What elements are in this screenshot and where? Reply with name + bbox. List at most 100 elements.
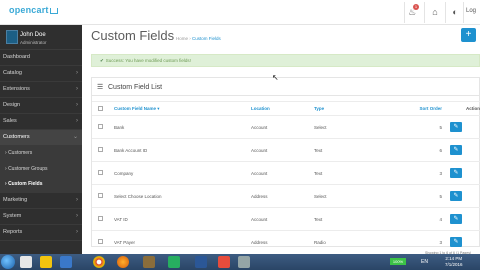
cell-sort-order: 5 xyxy=(376,184,446,208)
edit-button[interactable]: ✎ xyxy=(450,145,462,155)
word-icon[interactable] xyxy=(195,256,207,268)
cell-action: ✎ xyxy=(446,138,480,162)
header-divider xyxy=(424,2,425,23)
cell-name: Company xyxy=(114,161,251,185)
chevron-right-icon: › xyxy=(76,86,78,92)
edit-button[interactable]: ✎ xyxy=(450,214,462,224)
sidebar-item-reports[interactable]: Reports › xyxy=(0,225,82,241)
row-checkbox[interactable] xyxy=(98,170,103,175)
sidebar-item-marketing[interactable]: Marketing › xyxy=(0,193,82,209)
cell-name: Select Choose Location xyxy=(114,184,251,208)
archive-icon[interactable] xyxy=(143,256,155,268)
edit-button[interactable]: ✎ xyxy=(450,168,462,178)
header-divider xyxy=(404,2,405,23)
sidebar-item-dashboard[interactable]: Dashboard xyxy=(0,50,82,66)
pencil-icon: ✎ xyxy=(453,239,459,246)
cell-sort-order: 4 xyxy=(376,207,446,231)
row-checkbox-cell xyxy=(92,138,114,162)
table-row: VAT ID Account Text 4 ✎ xyxy=(92,207,480,231)
add-new-button[interactable]: + xyxy=(461,28,476,42)
row-checkbox[interactable] xyxy=(98,124,103,129)
table-row: Bank Account ID Account Text 6 ✎ xyxy=(92,138,480,162)
sidebar-subitem-custom-fields[interactable]: › Custom Fields xyxy=(0,177,82,193)
column-header-name[interactable]: Custom Field Name ▾ xyxy=(114,101,251,116)
header-divider xyxy=(463,2,464,23)
cell-name: Bank xyxy=(114,115,251,139)
firefox-icon[interactable] xyxy=(117,256,129,268)
custom-fields-table: Custom Field Name ▾ Location Type Sort O… xyxy=(92,101,480,254)
edit-button[interactable]: ✎ xyxy=(450,191,462,201)
column-header-action: Action xyxy=(446,101,480,116)
sidebar-item-catalog[interactable]: Catalog › xyxy=(0,66,82,82)
row-checkbox-cell xyxy=(92,184,114,208)
pencil-icon: ✎ xyxy=(453,193,459,199)
header-divider xyxy=(445,2,446,23)
cell-location: Account xyxy=(251,161,314,185)
opencart-logo[interactable]: opencart xyxy=(9,5,58,15)
table-row: Select Choose Location Address Select 5 … xyxy=(92,184,480,208)
battery-indicator[interactable]: 100% xyxy=(390,258,406,265)
check-circle-icon: ✔ xyxy=(100,58,104,63)
sidebar-item-sales[interactable]: Sales › xyxy=(0,114,82,130)
chevron-right-icon: › xyxy=(76,212,78,219)
sidebar-item-system[interactable]: System › xyxy=(0,209,82,225)
user-profile[interactable]: John Doe Administrator xyxy=(0,25,82,50)
logout-link[interactable]: Log xyxy=(466,8,476,14)
top-header: opencart ♨ 1 ⌂ ◐ Log xyxy=(0,0,480,25)
cell-action: ✎ xyxy=(446,161,480,185)
cell-sort-order: 6 xyxy=(376,138,446,162)
breadcrumb-home[interactable]: Home xyxy=(176,36,188,41)
row-checkbox-cell xyxy=(92,207,114,231)
table-row: Company Account Text 3 ✎ xyxy=(92,161,480,185)
success-alert: ✔ Success: You have modified custom field… xyxy=(91,54,480,67)
sidebar-item-design[interactable]: Design › xyxy=(0,98,82,114)
column-header-sort-order[interactable]: Sort Order xyxy=(376,101,446,116)
chevron-down-icon: ⌄ xyxy=(72,134,78,140)
home-icon[interactable]: ⌂ xyxy=(429,6,441,18)
help-icon[interactable]: ◐ xyxy=(449,6,461,18)
chevron-right-icon: › xyxy=(76,118,78,124)
cell-sort-order: 5 xyxy=(376,115,446,139)
cell-type: Text xyxy=(314,138,376,162)
chevron-right-icon: › xyxy=(76,70,78,76)
cell-location: Account xyxy=(251,115,314,139)
breadcrumb-current[interactable]: Custom Fields xyxy=(192,36,221,41)
sidebar-item-customers[interactable]: Customers ⌄ xyxy=(0,130,82,146)
cell-location: Address xyxy=(251,184,314,208)
row-checkbox[interactable] xyxy=(98,216,103,221)
sidebar-subitem-customer-groups[interactable]: › Customer Groups xyxy=(0,161,82,177)
start-button[interactable] xyxy=(1,255,15,269)
edit-button[interactable]: ✎ xyxy=(450,237,462,248)
chevron-right-icon: › xyxy=(76,228,78,235)
cell-type: Select xyxy=(314,184,376,208)
folder-icon[interactable] xyxy=(40,256,52,268)
cell-type: Select xyxy=(314,115,376,139)
panel-heading: ☰ Custom Field List xyxy=(92,78,479,96)
explorer-icon[interactable] xyxy=(20,256,32,268)
custom-field-list-panel: ☰ Custom Field List Custom Field Name ▾ … xyxy=(91,77,480,254)
select-all-checkbox[interactable] xyxy=(98,105,103,111)
row-checkbox[interactable] xyxy=(98,193,103,198)
app-icon[interactable] xyxy=(238,256,250,268)
sidebar-item-extensions[interactable]: Extensions › xyxy=(0,82,82,98)
mouse-cursor-icon: ↖ xyxy=(272,73,279,82)
table-row: Bank Account Select 5 ✎ xyxy=(92,115,480,139)
column-header-type[interactable]: Type xyxy=(314,101,376,116)
page-title: Custom Fields xyxy=(91,28,175,43)
row-checkbox[interactable] xyxy=(98,239,103,245)
clock[interactable]: 2:14 PM 7/1/2016 xyxy=(445,256,463,268)
edit-button[interactable]: ✎ xyxy=(450,122,462,132)
sidebar-subitem-customers[interactable]: › Customers xyxy=(0,146,82,162)
sort-down-icon: ▾ xyxy=(157,105,160,111)
chevron-right-icon: › xyxy=(76,196,78,203)
app-icon[interactable] xyxy=(218,256,230,268)
language-indicator[interactable]: EN xyxy=(421,259,428,265)
chrome-icon[interactable] xyxy=(93,256,105,268)
pencil-icon: ✎ xyxy=(453,124,459,130)
column-header-location[interactable]: Location xyxy=(251,101,314,116)
app-icon[interactable] xyxy=(168,256,180,268)
row-checkbox[interactable] xyxy=(98,147,103,152)
media-player-icon[interactable] xyxy=(60,256,72,268)
cell-sort-order: 3 xyxy=(376,161,446,185)
notification-badge: 1 xyxy=(413,4,419,10)
